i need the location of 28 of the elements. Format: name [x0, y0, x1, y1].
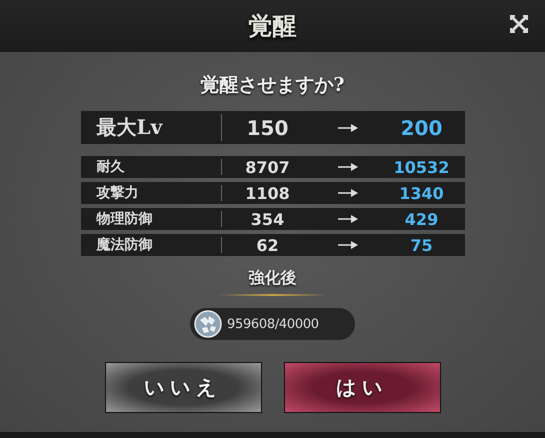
current-value: 8707 — [244, 158, 291, 176]
stat-label: 物理防御 — [95, 210, 154, 228]
next-value: 429 — [404, 210, 440, 228]
stat-label: 魔法防御 — [95, 236, 154, 254]
window-title: 覚醒 — [248, 10, 296, 42]
stat-label: 耐久 — [96, 158, 126, 176]
question-text: 覚醒させますか? — [200, 73, 345, 98]
close-icon[interactable] — [509, 14, 529, 34]
crystal-icon — [194, 310, 222, 338]
arrow-icon — [338, 215, 358, 223]
section-heading: 強化後 — [248, 268, 296, 289]
next-value: 75 — [409, 236, 434, 254]
current-value: 150 — [246, 116, 290, 140]
current-value: 354 — [250, 210, 286, 228]
current-value: 1108 — [244, 184, 291, 202]
arrow-icon — [338, 241, 358, 249]
confirm-button[interactable]: はい — [284, 362, 440, 413]
next-value: 1340 — [398, 184, 445, 202]
current-value: 62 — [255, 236, 280, 254]
arrow-icon — [338, 163, 358, 171]
next-value: 10532 — [392, 158, 450, 176]
cost-text: 959608/40000 — [227, 316, 319, 332]
arrow-icon — [338, 124, 358, 132]
stat-label: 攻撃力 — [95, 184, 140, 202]
cancel-button[interactable]: いいえ — [104, 362, 262, 413]
stat-label: 最大Lv — [96, 114, 164, 141]
arrow-icon — [338, 189, 358, 197]
next-value: 200 — [400, 116, 444, 140]
